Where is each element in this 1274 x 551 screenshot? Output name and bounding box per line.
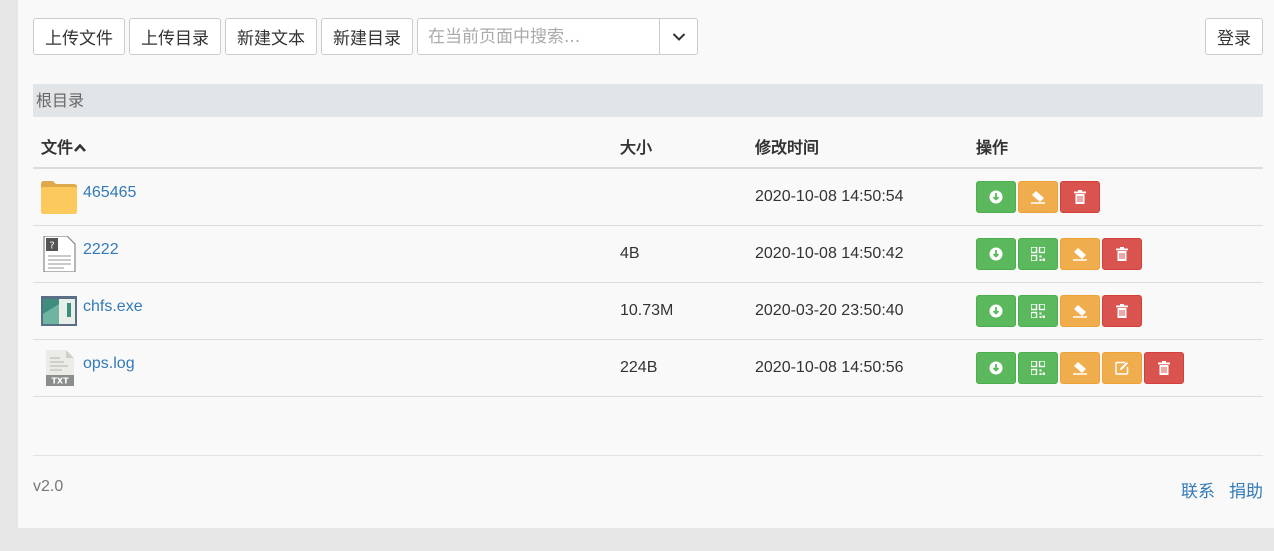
main-panel: 上传文件 上传目录 新建文本 新建目录 登录 根目录 文件 大小 修改时间 操作 (18, 0, 1274, 528)
upload-directory-button[interactable]: 上传目录 (129, 18, 221, 55)
actions-cell (968, 225, 1263, 283)
clear-button[interactable] (1060, 295, 1100, 327)
upload-file-button[interactable]: 上传文件 (33, 18, 125, 55)
actions-cell (968, 339, 1263, 397)
clear-button[interactable] (1018, 181, 1058, 213)
file-size: 4B (612, 225, 747, 283)
trash-icon (1158, 361, 1170, 375)
download-icon (989, 304, 1003, 318)
login-button[interactable]: 登录 (1205, 18, 1263, 55)
search-dropdown-button[interactable] (660, 18, 698, 55)
eraser-icon (1031, 191, 1045, 204)
contact-link[interactable]: 联系 (1181, 477, 1215, 502)
download-button[interactable] (976, 238, 1016, 270)
new-text-button[interactable]: 新建文本 (225, 18, 317, 55)
svg-text:?: ? (49, 241, 54, 252)
download-icon (989, 190, 1003, 204)
trash-icon (1116, 247, 1128, 261)
trash-icon (1116, 304, 1128, 318)
file-mtime: 2020-10-08 14:50:42 (747, 225, 968, 283)
delete-button[interactable] (1102, 295, 1142, 327)
file-name-link[interactable]: 2222 (83, 241, 119, 259)
file-table: 文件 大小 修改时间 操作 465465 2020-10-08 14:50:54… (33, 125, 1263, 397)
clear-button[interactable] (1060, 352, 1100, 384)
search-group (417, 18, 698, 55)
exe-file-icon (41, 293, 77, 329)
table-row: ? 2222 4B 2020-10-08 14:50:42 (33, 225, 1263, 283)
column-header-actions: 操作 (968, 125, 1263, 169)
download-icon (989, 361, 1003, 375)
txt-file-icon: TXT (41, 350, 77, 386)
eraser-icon (1073, 362, 1087, 375)
version-label: v2.0 (33, 478, 64, 495)
file-name-link[interactable]: 465465 (83, 184, 136, 202)
qrcode-button[interactable] (1018, 238, 1058, 270)
folder-icon (41, 179, 77, 215)
download-icon (989, 247, 1003, 261)
file-mtime: 2020-10-08 14:50:56 (747, 339, 968, 397)
new-directory-button[interactable]: 新建目录 (321, 18, 413, 55)
toolbar: 上传文件 上传目录 新建文本 新建目录 (33, 18, 698, 55)
delete-button[interactable] (1144, 352, 1184, 384)
file-name-cell: ? 2222 (33, 225, 612, 283)
svg-text:TXT: TXT (51, 377, 69, 386)
delete-button[interactable] (1102, 238, 1142, 270)
file-name-cell: 465465 (33, 168, 612, 226)
download-button[interactable] (976, 295, 1016, 327)
chevron-up-icon (74, 143, 86, 152)
qrcode-button[interactable] (1018, 352, 1058, 384)
eraser-icon (1073, 248, 1087, 261)
actions-cell (968, 168, 1263, 226)
edit-icon (1115, 361, 1129, 375)
unknown-file-icon: ? (41, 236, 77, 272)
file-name-cell: TXT ops.log (33, 339, 612, 397)
edit-button[interactable] (1102, 352, 1142, 384)
file-name-link[interactable]: ops.log (83, 355, 135, 373)
file-size (612, 168, 747, 226)
qrcode-button[interactable] (1018, 295, 1058, 327)
file-name-link[interactable]: chfs.exe (83, 298, 143, 316)
chevron-down-icon (672, 32, 685, 41)
file-size: 10.73M (612, 282, 747, 340)
actions-cell (968, 282, 1263, 340)
file-name-cell: chfs.exe (33, 282, 612, 340)
qrcode-icon (1031, 361, 1045, 375)
file-size: 224B (612, 339, 747, 397)
donate-link[interactable]: 捐助 (1229, 477, 1263, 502)
breadcrumb[interactable]: 根目录 (33, 84, 1263, 117)
delete-button[interactable] (1060, 181, 1100, 213)
table-row: 465465 2020-10-08 14:50:54 (33, 168, 1263, 226)
table-row: TXT ops.log 224B 2020-10-08 14:50:56 (33, 339, 1263, 397)
qrcode-icon (1031, 247, 1045, 261)
file-mtime: 2020-10-08 14:50:54 (747, 168, 968, 226)
table-row: chfs.exe 10.73M 2020-03-20 23:50:40 (33, 282, 1263, 340)
column-header-file[interactable]: 文件 (33, 125, 612, 169)
download-button[interactable] (976, 352, 1016, 384)
clear-button[interactable] (1060, 238, 1100, 270)
file-mtime: 2020-03-20 23:50:40 (747, 282, 968, 340)
footer-divider (33, 455, 1263, 456)
trash-icon (1074, 190, 1086, 204)
column-header-size[interactable]: 大小 (612, 125, 747, 169)
search-input[interactable] (417, 18, 660, 55)
eraser-icon (1073, 305, 1087, 318)
column-header-mtime[interactable]: 修改时间 (747, 125, 968, 169)
table-header-row: 文件 大小 修改时间 操作 (33, 125, 1263, 169)
qrcode-icon (1031, 304, 1045, 318)
download-button[interactable] (976, 181, 1016, 213)
footer-links: 联系 捐助 (1167, 477, 1263, 502)
